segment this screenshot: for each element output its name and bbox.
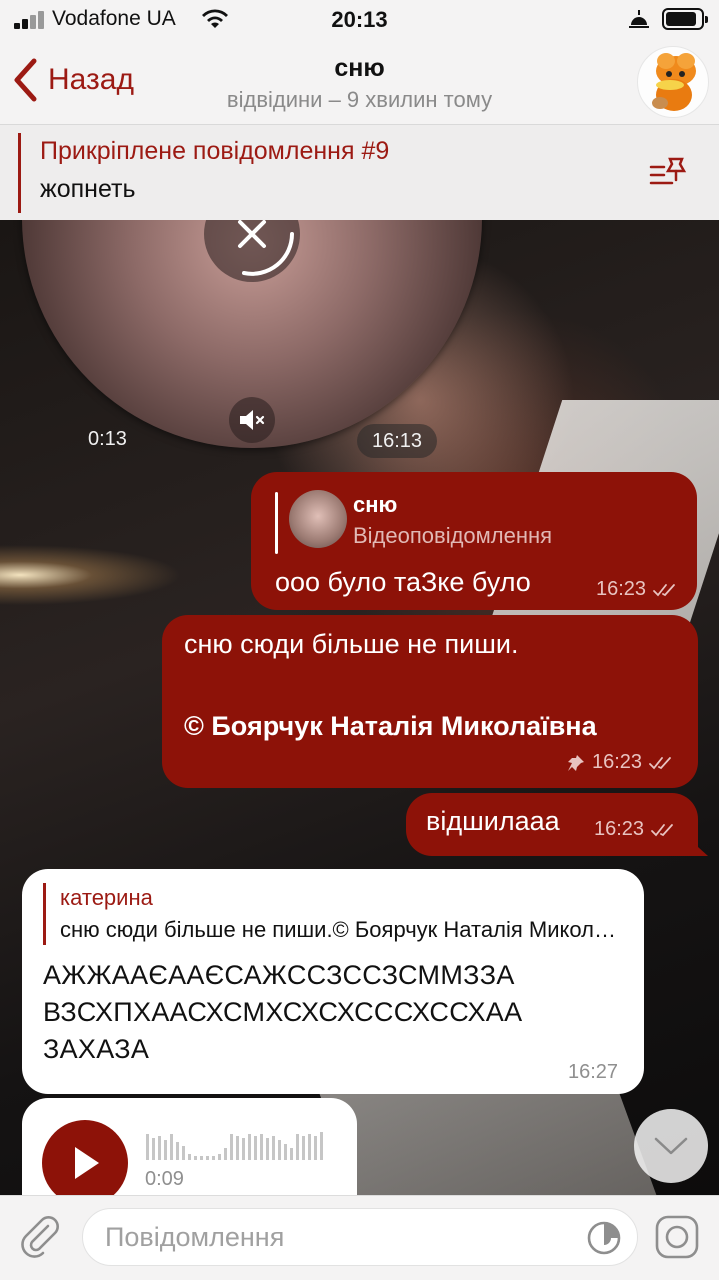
chat-area[interactable]: 0:13 16:13 сню Відеоповідомлення ооо бул… [0,220,719,1195]
message-text: ооо було таЗке було [275,567,531,597]
close-video-button[interactable] [204,220,300,282]
reply-video-thumbnail [289,490,347,548]
message-meta: 16:23 [594,818,678,841]
pin-icon [568,754,584,771]
back-button[interactable]: Назад [12,55,134,105]
reply-preview: Відеоповідомлення [353,523,553,548]
chevron-left-icon [14,58,37,102]
voice-duration: 0:09 [145,1168,184,1190]
pinned-text: жопнеть [40,175,136,203]
message-meta: 16:23 [566,751,676,774]
play-icon [75,1147,99,1179]
message-time: 16:23 [596,578,647,600]
pinned-title: Прикріплене повідомлення #9 [40,137,390,165]
background-photo-detail [318,1090,662,1195]
double-check-icon [649,756,671,769]
reply-author: катерина [60,885,153,910]
camera-record-icon[interactable] [654,1214,700,1260]
status-bar: Vodafone UA 20:13 [0,0,719,40]
pinned-accent-line [18,133,21,213]
top-bar: Vodafone UA 20:13 Назад сню відвідини – … [0,0,719,124]
speaker-muted-icon [240,410,265,430]
video-time: 16:13 [357,424,437,458]
message-line: ВЗСХПХААСХСМХСХСХСССХССХАА [43,997,523,1027]
outgoing-message[interactable]: сню Відеоповідомлення ооо було таЗке бул… [251,472,697,610]
message-time: 16:23 [594,818,645,840]
reply-accent-line [43,883,46,945]
message-text: сню сюди більше не пиши. [184,629,519,659]
close-icon [238,220,294,276]
reply-preview: сню сюди більше не пиши.© Боярчук Наталі… [60,917,625,942]
message-input[interactable] [105,1217,575,1257]
message-meta: 16:23 [596,578,680,601]
scroll-down-button[interactable] [634,1109,708,1183]
message-field[interactable] [82,1208,638,1266]
waveform [146,1132,323,1160]
sticker-icon[interactable] [585,1219,623,1257]
outgoing-message[interactable]: відшилааа 16:23 [406,793,698,856]
video-duration: 0:13 [88,428,127,450]
back-label: Назад [48,63,134,96]
double-check-icon [653,583,675,596]
incoming-message[interactable]: катерина сню сюди більше не пиши.© Боярч… [22,869,644,1094]
outgoing-message[interactable]: сню сюди більше не пиши. © Боярчук Натал… [162,615,698,788]
message-line: ЗАХАЗА [43,1034,150,1064]
message-text: © Боярчук Наталія Миколаївна [184,711,597,741]
message-text: АЖЖААЄААЄСАЖССЗССЗСММЗЗА ВЗСХПХААСХСМХСХ… [43,957,522,1068]
play-button[interactable] [42,1120,128,1195]
last-seen-status: відвідини – 9 хвилин тому [226,87,493,112]
message-line: АЖЖААЄААЄСАЖССЗССЗСММЗЗА [43,960,515,990]
mute-video-button[interactable] [229,397,275,443]
orange-character-avatar-icon [652,53,696,111]
paperclip-icon[interactable] [18,1214,62,1258]
message-input-bar [0,1195,719,1280]
message-time: 16:23 [592,751,643,773]
battery-icon [662,8,708,30]
reply-author: сню [353,492,398,517]
pinned-list-icon[interactable] [648,153,690,193]
reply-accent-line [275,492,278,554]
message-meta: 16:27 [568,1061,618,1084]
voice-message[interactable]: 0:09 [22,1098,357,1195]
status-time: 20:13 [331,7,388,32]
alarm-icon [629,10,649,28]
pinned-message-bar[interactable]: Прикріплене повідомлення #9 жопнеть [0,124,719,220]
avatar[interactable] [637,46,709,118]
double-check-icon [651,823,673,836]
chat-title[interactable]: сню [150,54,569,83]
message-text: відшилааа [426,806,560,836]
chevron-down-icon [654,1137,688,1155]
message-time: 16:27 [568,1061,619,1083]
